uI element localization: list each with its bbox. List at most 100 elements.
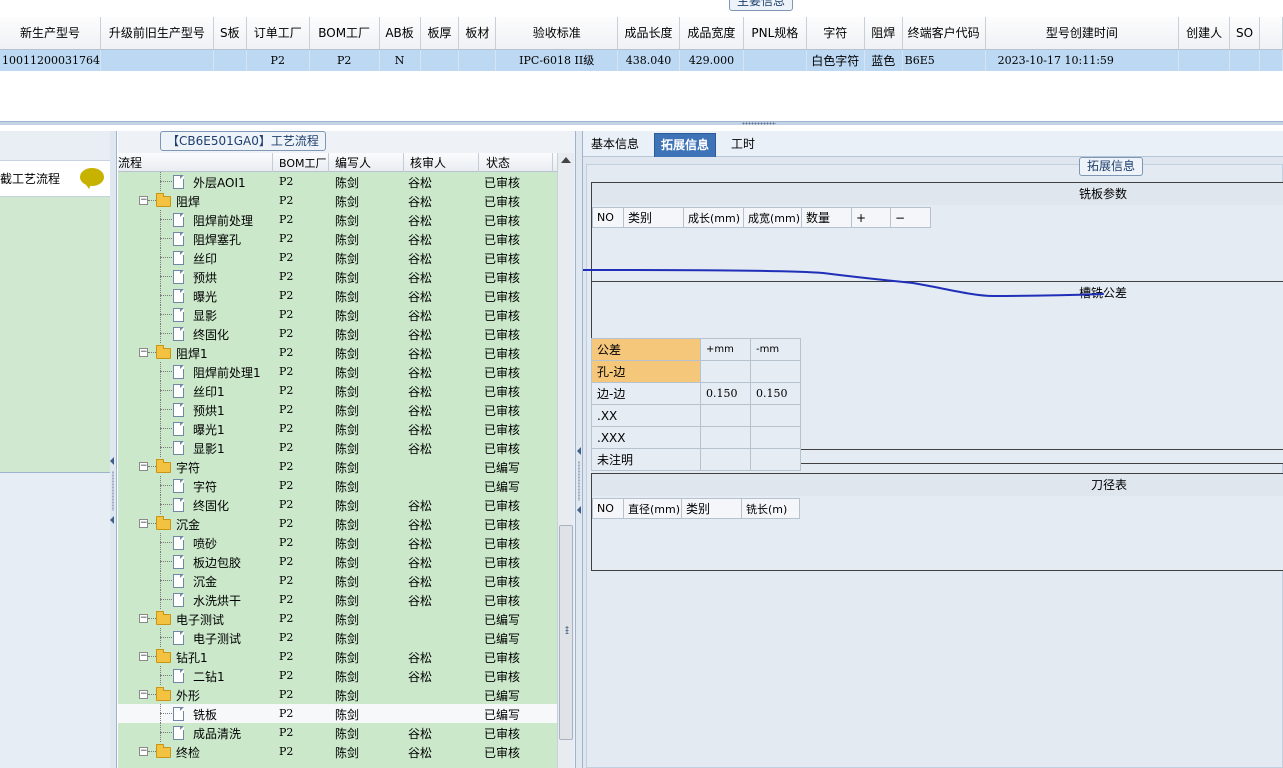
table-cell[interactable]: [213, 49, 247, 71]
collapse-toggle-icon[interactable]: −: [139, 196, 148, 205]
tolerance-plus-cell[interactable]: [700, 404, 751, 427]
table-cell[interactable]: 429.000: [679, 49, 744, 71]
table-row[interactable]: 10011200031764 P2 P2 N IPC-6018 II级 438.…: [0, 49, 1283, 71]
tree-row[interactable]: 终固化 P2 陈剑 谷松 已审核: [118, 324, 557, 343]
table-cell[interactable]: IPC-6018 II级: [495, 49, 619, 71]
tree-row[interactable]: 阻焊前处理 P2 陈剑 谷松 已审核: [118, 210, 557, 229]
col-header[interactable]: 验收标准: [495, 17, 619, 50]
col-header[interactable]: 编写人: [335, 154, 371, 171]
tree-row[interactable]: 水洗烘干 P2 陈剑 谷松 已审核: [118, 590, 557, 609]
table-cell[interactable]: 2023-10-17 10:11:59: [985, 49, 1180, 71]
tree-row[interactable]: 显影 P2 陈剑 谷松 已审核: [118, 305, 557, 324]
table-cell[interactable]: 10011200031764: [0, 49, 101, 71]
remove-row-button[interactable]: −: [890, 207, 931, 228]
col-header[interactable]: 公差: [591, 338, 701, 361]
tree-row[interactable]: 铣板 P2 陈剑 已编写: [118, 704, 557, 723]
collapse-left-icon[interactable]: [577, 447, 581, 455]
tolerance-minus-cell[interactable]: [750, 448, 801, 471]
tree-row[interactable]: 外层AOI1 P2 陈剑 谷松 已审核: [118, 172, 557, 191]
tree-row[interactable]: 成品清洗 P2 陈剑 谷松 已审核: [118, 723, 557, 742]
col-header[interactable]: 成长(mm): [683, 207, 744, 228]
col-header[interactable]: 型号创建时间: [985, 17, 1180, 50]
col-header[interactable]: 板材: [458, 17, 497, 50]
col-header[interactable]: S板: [213, 17, 247, 50]
table-cell[interactable]: [1229, 49, 1261, 71]
col-divider[interactable]: [478, 153, 479, 172]
col-header[interactable]: 成品宽度: [679, 17, 744, 50]
tree-row[interactable]: − 字符 P2 陈剑 已编写: [118, 457, 557, 476]
tree-row[interactable]: − 钻孔1 P2 陈剑 谷松 已审核: [118, 647, 557, 666]
tab-work-hours[interactable]: 工时: [725, 133, 761, 157]
col-header[interactable]: 订单工厂: [246, 17, 310, 50]
col-divider[interactable]: [328, 153, 329, 172]
tolerance-label[interactable]: 孔-边: [591, 360, 701, 383]
col-header[interactable]: PNL规格: [743, 17, 807, 50]
col-header[interactable]: 终端客户代码: [902, 17, 986, 50]
tree-row[interactable]: − 电子测试 P2 陈剑 已编写: [118, 609, 557, 628]
collapse-toggle-icon[interactable]: −: [139, 652, 148, 661]
table-cell[interactable]: P2: [309, 49, 380, 71]
table-row[interactable]: 未注明: [591, 448, 801, 471]
left-splitter[interactable]: [110, 131, 117, 768]
col-divider[interactable]: [403, 153, 404, 172]
tree-row[interactable]: − 外形 P2 陈剑 已编写: [118, 685, 557, 704]
tolerance-label[interactable]: .XXX: [591, 426, 701, 449]
col-header[interactable]: 类别: [623, 207, 684, 228]
tolerance-label[interactable]: 未注明: [591, 448, 701, 471]
tree-row[interactable]: 显影1 P2 陈剑 谷松 已审核: [118, 438, 557, 457]
tree-row[interactable]: 丝印1 P2 陈剑 谷松 已审核: [118, 381, 557, 400]
col-header[interactable]: NO: [592, 498, 624, 519]
col-header[interactable]: 成宽(mm): [743, 207, 802, 228]
tolerance-label[interactable]: .XX: [591, 404, 701, 427]
collapse-toggle-icon[interactable]: −: [139, 690, 148, 699]
tolerance-minus-cell[interactable]: [750, 404, 801, 427]
table-cell[interactable]: 蓝色: [864, 49, 903, 71]
tolerance-plus-cell[interactable]: [700, 426, 751, 449]
tree-row[interactable]: − 终检 P2 陈剑 谷松 已审核: [118, 742, 557, 761]
table-row[interactable]: 边-边 0.150 0.150: [591, 382, 801, 405]
tolerance-minus-cell[interactable]: 0.150: [750, 382, 801, 405]
nav-item-process-flow[interactable]: 截工艺流程: [0, 161, 110, 197]
col-header[interactable]: 阻焊: [864, 17, 903, 50]
col-header[interactable]: 创建人: [1178, 17, 1231, 50]
col-header[interactable]: 直径(mm): [623, 498, 682, 519]
right-splitter[interactable]: [575, 131, 583, 768]
tree-row[interactable]: 阻焊前处理1 P2 陈剑 谷松 已审核: [118, 362, 557, 381]
tree-row[interactable]: 预烘1 P2 陈剑 谷松 已审核: [118, 400, 557, 419]
col-header[interactable]: 流程: [118, 154, 142, 171]
col-header[interactable]: SO: [1229, 17, 1261, 50]
horizontal-splitter[interactable]: [0, 121, 1283, 125]
table-cell[interactable]: [743, 49, 807, 71]
tolerance-plus-cell[interactable]: [700, 360, 751, 383]
process-scrollbar[interactable]: [557, 153, 574, 768]
tree-row[interactable]: 预烘 P2 陈剑 谷松 已审核: [118, 267, 557, 286]
col-header[interactable]: 字符: [806, 17, 865, 50]
tree-row[interactable]: 字符 P2 陈剑 已编写: [118, 476, 557, 495]
table-row[interactable]: .XX: [591, 404, 801, 427]
tree-row[interactable]: − 沉金 P2 陈剑 谷松 已审核: [118, 514, 557, 533]
collapse-toggle-icon[interactable]: −: [139, 614, 148, 623]
col-header[interactable]: 新生产型号: [0, 17, 101, 50]
col-header[interactable]: 核审人: [410, 154, 446, 171]
col-header[interactable]: +mm: [700, 338, 751, 361]
col-header[interactable]: 铣长(m): [741, 498, 800, 519]
table-cell[interactable]: 438.040: [617, 49, 680, 71]
collapse-left-icon[interactable]: [110, 516, 114, 524]
tolerance-minus-cell[interactable]: [750, 360, 801, 383]
table-row[interactable]: 孔-边: [591, 360, 801, 383]
tolerance-label[interactable]: 边-边: [591, 382, 701, 405]
collapse-left-icon[interactable]: [577, 506, 581, 514]
col-header[interactable]: 状态: [486, 154, 510, 171]
col-header[interactable]: AB板: [379, 17, 421, 50]
scroll-up-icon[interactable]: [561, 157, 571, 163]
tab-basic-info[interactable]: 基本信息: [585, 133, 645, 157]
tolerance-plus-cell[interactable]: 0.150: [700, 382, 751, 405]
col-header[interactable]: 成品长度: [617, 17, 680, 50]
tree-row[interactable]: 丝印 P2 陈剑 谷松 已审核: [118, 248, 557, 267]
collapse-toggle-icon[interactable]: −: [139, 747, 148, 756]
collapse-toggle-icon[interactable]: −: [139, 462, 148, 471]
table-cell[interactable]: [1178, 49, 1231, 71]
tree-row[interactable]: − 阻焊1 P2 陈剑 谷松 已审核: [118, 343, 557, 362]
col-header[interactable]: NO: [592, 207, 624, 228]
col-header[interactable]: 升级前旧生产型号: [100, 17, 214, 50]
